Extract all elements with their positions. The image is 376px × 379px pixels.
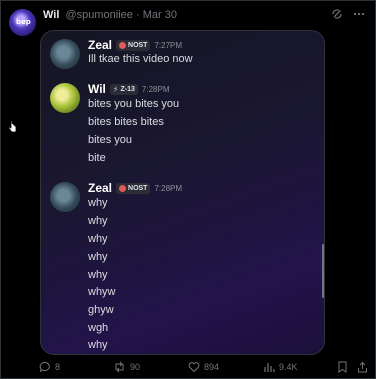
message-line: ghyw: [88, 304, 114, 316]
tweet-card[interactable]: bɐp Wil @spumoniiee · Mar 30 Zeal NOST 7…: [0, 0, 376, 379]
avatar-text: bɐp: [16, 18, 31, 26]
like-count: 894: [204, 362, 220, 372]
message-line: why: [88, 339, 108, 351]
reply-icon: [39, 361, 51, 373]
more-icon[interactable]: [353, 8, 365, 20]
mouse-cursor-icon: [8, 120, 18, 139]
tag-dot-icon: [119, 41, 127, 49]
bookmark-icon: [337, 361, 348, 373]
message-line: why: [88, 269, 108, 281]
message-line: why: [88, 197, 108, 209]
message-header: Zeal NOST 7:28PM: [88, 181, 182, 195]
reply-count: 8: [55, 362, 61, 372]
user-tag: NOST: [116, 182, 151, 194]
action-bar: 8 90 894 9.4K: [1, 361, 376, 377]
author-name[interactable]: Wil: [43, 9, 59, 21]
zeal-avatar: [50, 39, 80, 69]
reply-button[interactable]: 8: [39, 361, 60, 373]
bolt-icon: ⚡: [112, 84, 119, 94]
zeal-avatar: [50, 182, 80, 212]
message-line: bites you: [88, 134, 133, 146]
message-line: bites bites bites: [88, 116, 164, 128]
wil-avatar: [50, 83, 80, 113]
share-button[interactable]: [357, 361, 368, 373]
separator-dot: ·: [135, 9, 140, 21]
views-button[interactable]: 9.4K: [263, 361, 298, 373]
grok-icon[interactable]: [331, 8, 343, 20]
tweet-header: Wil @spumoniiee · Mar 30: [43, 9, 177, 21]
message-line: bite: [88, 152, 106, 164]
header-icons: [331, 8, 365, 20]
message-line: why: [88, 215, 108, 227]
message-line: bites you bites you: [88, 98, 180, 110]
message-username: Wil: [88, 82, 106, 96]
message-line: Ill tkae this video now: [88, 53, 193, 65]
message-line: why: [88, 233, 108, 245]
message-username: Zeal: [88, 181, 113, 195]
views-icon: [263, 361, 275, 373]
message-header: Zeal NOST 7:27PM: [88, 38, 182, 52]
message-line: why: [88, 251, 108, 263]
message-time: 7:27PM: [154, 40, 183, 50]
tag-dot-icon: [119, 184, 127, 192]
message-line: wgh: [88, 322, 109, 334]
message-username: Zeal: [88, 38, 113, 52]
tweet-date[interactable]: Mar 30: [143, 9, 177, 21]
message-line: whyw: [88, 286, 116, 298]
message-time: 7:28PM: [154, 183, 183, 193]
repost-icon: [113, 361, 126, 373]
author-avatar[interactable]: bɐp: [9, 9, 36, 36]
video-media[interactable]: Zeal NOST 7:27PM Ill tkae this video now…: [40, 30, 325, 355]
views-count: 9.4K: [279, 362, 298, 372]
user-tag: ⚡ Z-13: [109, 83, 138, 95]
bookmark-button[interactable]: [337, 361, 348, 373]
user-tag: NOST: [116, 39, 151, 51]
author-handle[interactable]: @spumoniiee: [65, 9, 132, 21]
message-header: Wil ⚡ Z-13 7:28PM: [88, 82, 170, 96]
repost-count: 90: [130, 362, 141, 372]
message-time: 7:28PM: [141, 84, 170, 94]
like-button[interactable]: 894: [188, 361, 219, 373]
share-icon: [357, 361, 368, 373]
heart-icon: [188, 361, 200, 373]
media-scrollbar: [322, 244, 324, 298]
repost-button[interactable]: 90: [113, 361, 140, 373]
